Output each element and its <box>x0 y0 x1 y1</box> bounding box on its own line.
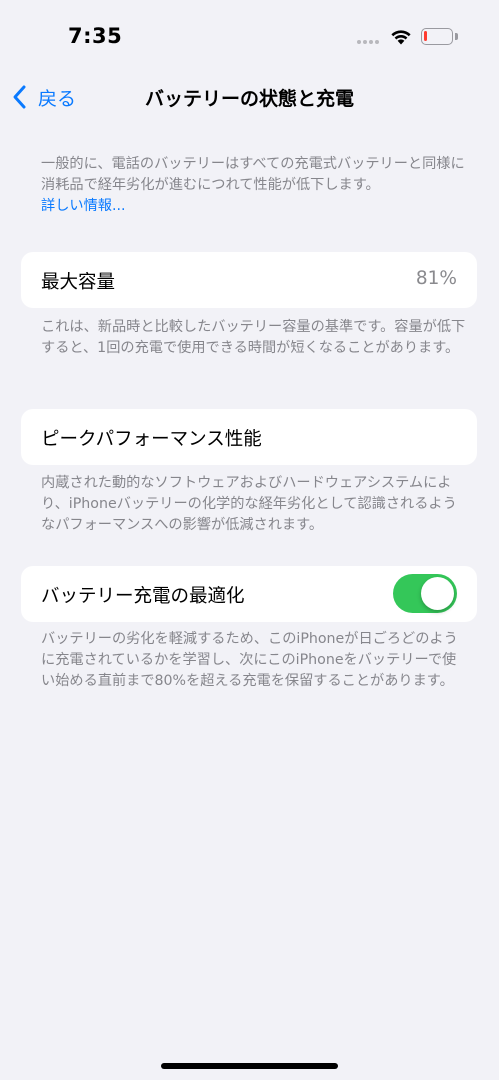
toggle-knob <box>421 577 454 610</box>
battery-health-screen: 7:35 戻る バッテリーの状態と充電 一般的に、電話のバッテリーはすべての充電… <box>0 0 499 1080</box>
peak-performance-footnote: 内蔵された動的なソフトウェアおよびハードウェアシステムにより、iPhoneバッテ… <box>41 475 457 533</box>
learn-more-link[interactable]: 詳しい情報... <box>41 196 469 217</box>
max-capacity-cell: 最大容量 81% <box>21 252 477 308</box>
navigation-bar: 戻る バッテリーの状態と充電 <box>0 70 499 124</box>
optimized-charging-footnote: バッテリーの劣化を軽減するため、このiPhoneが日ごろどのように充電されている… <box>41 631 458 689</box>
optimized-charging-cell: バッテリー充電の最適化 <box>21 566 477 622</box>
battery-cap <box>455 33 458 40</box>
max-capacity-footnote: これは、新品時と比較したバッテリー容量の基準です。容量が低下すると、1回の充電で… <box>41 319 466 356</box>
max-capacity-value: 81% <box>415 268 457 289</box>
intro-text: 一般的に、電話のバッテリーはすべての充電式バッテリーと同様に消耗品で経年劣化が進… <box>41 156 465 193</box>
wifi-icon <box>391 30 411 45</box>
battery-icon <box>421 28 453 45</box>
optimized-charging-label: バッテリー充電の最適化 <box>41 586 245 607</box>
intro-section: 一般的に、電話のバッテリーはすべての充電式バッテリーと同様に消耗品で経年劣化が進… <box>41 154 469 217</box>
status-time: 7:35 <box>68 24 123 48</box>
status-bar: 7:35 <box>0 0 499 70</box>
peak-performance-cell: ピークパフォーマンス性能 <box>21 409 477 465</box>
optimized-charging-toggle[interactable] <box>393 574 457 613</box>
cellular-signal-icon <box>357 40 379 44</box>
page-title: バッテリーの状態と充電 <box>144 88 354 110</box>
home-indicator[interactable] <box>161 1063 338 1069</box>
battery-level-fill <box>424 31 427 41</box>
max-capacity-label: 最大容量 <box>41 272 116 293</box>
peak-performance-label: ピークパフォーマンス性能 <box>41 429 262 450</box>
